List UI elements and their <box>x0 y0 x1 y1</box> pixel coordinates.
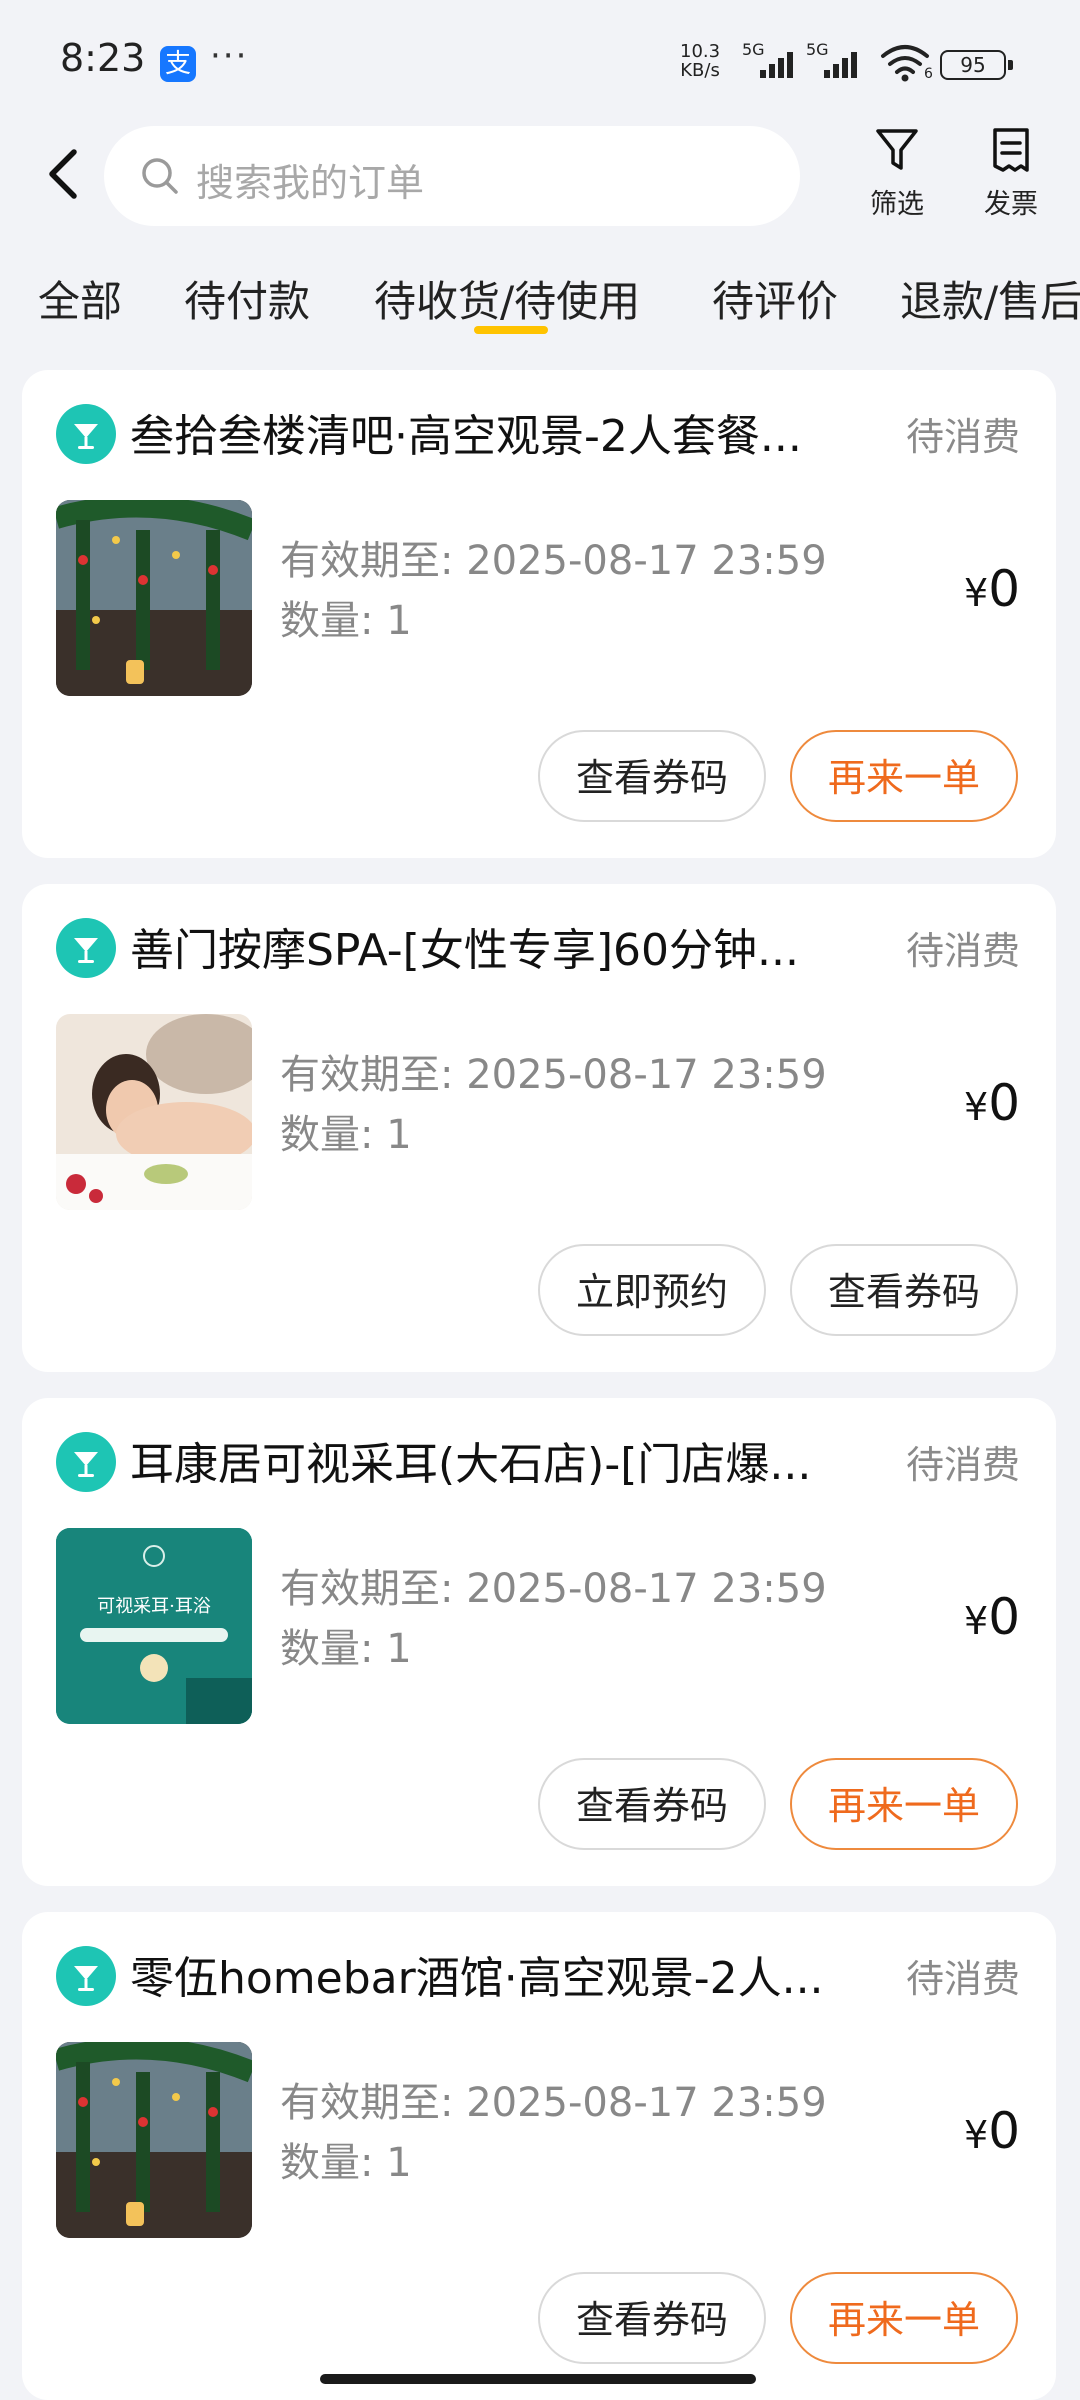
order-title[interactable]: 叁拾叁楼清吧·高空观景-2人套餐... <box>130 400 890 464</box>
currency-symbol: ¥ <box>964 2113 989 2157</box>
signal-bars-icon <box>824 48 857 78</box>
thumbnail-caption: 可视采耳·耳浴 <box>97 1596 211 1617</box>
order-title[interactable]: 善门按摩SPA-[女性专享]60分钟... <box>130 914 890 978</box>
order-status: 待消费 <box>905 929 1020 973</box>
order-title[interactable]: 耳康居可视采耳(大石店)-[门店爆... <box>130 1428 890 1492</box>
price: ¥0 <box>964 560 1020 618</box>
quantity: 数量: 1 <box>280 1626 412 1672</box>
net-speed-unit: KB/s <box>680 60 720 81</box>
view-voucher-code-button[interactable]: 查看券码 <box>538 2272 766 2364</box>
alipay-notification-icon: 支 <box>160 46 196 82</box>
reorder-button[interactable]: 再来一单 <box>790 2272 1018 2364</box>
tab-all[interactable]: 全部 <box>38 268 122 329</box>
battery-icon: 95 <box>940 50 1013 80</box>
merchant-category-icon <box>56 918 116 978</box>
view-voucher-code-button[interactable]: 查看券码 <box>790 1244 1018 1336</box>
status-bar: 8:23 支 ··· 10.3 KB/s 5G 5G 6 95 <box>0 0 1080 120</box>
signal-bars-icon <box>760 48 793 78</box>
tab-pending-review[interactable]: 待评价 <box>712 268 838 329</box>
wifi-label: 6 <box>924 66 933 82</box>
order-card[interactable]: 耳康居可视采耳(大石店)-[门店爆... 待消费 可视采耳·耳浴 有效期至: 2… <box>22 1398 1056 1886</box>
validity-date: 有效期至: 2025-08-17 23:59 <box>280 538 827 584</box>
gesture-home-bar[interactable] <box>320 2374 756 2384</box>
price-value: 0 <box>988 560 1020 618</box>
product-thumbnail[interactable]: 可视采耳·耳浴 <box>56 1528 252 1724</box>
currency-symbol: ¥ <box>964 1085 989 1129</box>
back-arrow-icon <box>49 149 77 199</box>
active-tab-indicator <box>474 326 548 334</box>
status-time: 8:23 <box>60 36 146 80</box>
product-thumbnail[interactable] <box>56 1014 252 1210</box>
more-notifications-icon: ··· <box>210 36 249 76</box>
search-placeholder: 搜索我的订单 <box>196 161 425 205</box>
quantity: 数量: 1 <box>280 1112 412 1158</box>
header: 搜索我的订单 筛选 发票 <box>0 120 1080 230</box>
currency-symbol: ¥ <box>964 571 989 615</box>
merchant-category-icon <box>56 404 116 464</box>
wifi-icon: 6 <box>880 44 933 86</box>
view-voucher-code-button[interactable]: 查看券码 <box>538 730 766 822</box>
tab-pending-receipt-use[interactable]: 待收货/待使用 <box>374 268 640 329</box>
product-thumbnail[interactable] <box>56 2042 252 2238</box>
net-speed: 10.3 KB/s <box>680 42 720 80</box>
merchant-category-icon <box>56 1946 116 2006</box>
quantity: 数量: 1 <box>280 2140 412 2186</box>
search-input[interactable]: 搜索我的订单 <box>104 126 800 226</box>
price: ¥0 <box>964 1588 1020 1646</box>
price-value: 0 <box>988 1588 1020 1646</box>
reorder-button[interactable]: 再来一单 <box>790 1758 1018 1850</box>
search-icon <box>142 158 178 194</box>
validity-date: 有效期至: 2025-08-17 23:59 <box>280 2080 827 2126</box>
filter-button[interactable]: 筛选 <box>852 126 942 221</box>
invoice-label: 发票 <box>984 189 1038 220</box>
order-status: 待消费 <box>905 1443 1020 1487</box>
price: ¥0 <box>964 2102 1020 2160</box>
view-voucher-code-button[interactable]: 查看券码 <box>538 1758 766 1850</box>
order-card[interactable]: 善门按摩SPA-[女性专享]60分钟... 待消费 有效期至: 2025-08-… <box>22 884 1056 1372</box>
price-value: 0 <box>988 2102 1020 2160</box>
filter-icon <box>876 129 918 170</box>
validity-date: 有效期至: 2025-08-17 23:59 <box>280 1052 827 1098</box>
tab-refund-aftersale[interactable]: 退款/售后 <box>900 268 1080 329</box>
price-value: 0 <box>988 1074 1020 1132</box>
invoice-button[interactable]: 发票 <box>966 126 1056 221</box>
order-card[interactable]: 叁拾叁楼清吧·高空观景-2人套餐... 待消费 有效期至: 2025-08-17… <box>22 370 1056 858</box>
order-title[interactable]: 零伍homebar酒馆·高空观景-2人... <box>130 1942 890 2006</box>
product-thumbnail[interactable] <box>56 500 252 696</box>
order-status: 待消费 <box>905 1957 1020 2001</box>
back-button[interactable] <box>40 146 90 202</box>
merchant-category-icon <box>56 1432 116 1492</box>
currency-symbol: ¥ <box>964 1599 989 1643</box>
order-status: 待消费 <box>905 415 1020 459</box>
invoice-icon <box>993 128 1029 172</box>
filter-label: 筛选 <box>870 189 924 220</box>
order-card[interactable]: 零伍homebar酒馆·高空观景-2人... 待消费 有效期至: 2025-08… <box>22 1912 1056 2400</box>
book-now-button[interactable]: 立即预约 <box>538 1244 766 1336</box>
price: ¥0 <box>964 1074 1020 1132</box>
net-speed-value: 10.3 <box>680 41 721 62</box>
reorder-button[interactable]: 再来一单 <box>790 730 1018 822</box>
quantity: 数量: 1 <box>280 598 412 644</box>
tab-pending-payment[interactable]: 待付款 <box>184 268 310 329</box>
validity-date: 有效期至: 2025-08-17 23:59 <box>280 1566 827 1612</box>
